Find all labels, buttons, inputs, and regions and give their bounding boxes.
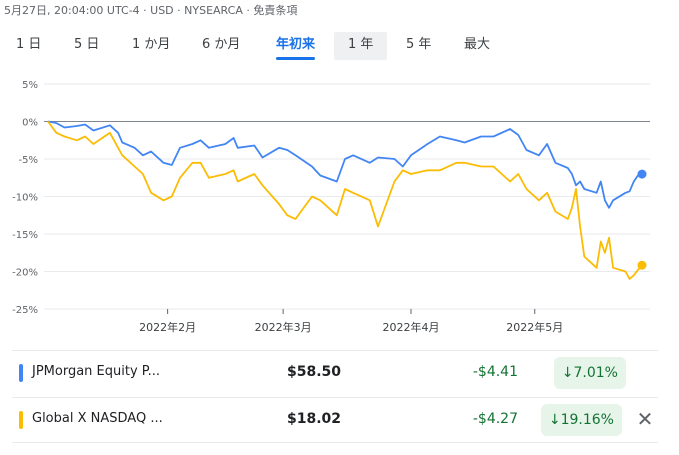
ticker-change: -$4.27 <box>472 411 518 427</box>
y-tick-label: -25% <box>12 305 38 316</box>
series-swatch-qyld <box>19 411 23 429</box>
tab-6m[interactable]: 6 か月 <box>198 32 244 60</box>
series-line-0 <box>47 120 643 209</box>
series-line-1 <box>47 120 643 280</box>
range-tabs: 1 日 5 日 1 か月 6 か月 年初来 1 年 5 年 最大 <box>4 32 490 60</box>
tab-5d[interactable]: 5 日 <box>70 32 103 60</box>
x-tick-label: 2022年5月 <box>506 320 563 334</box>
y-tick-label: -5% <box>19 155 38 166</box>
ticker-change: -$4.41 <box>472 364 518 380</box>
y-tick-label: -20% <box>12 268 38 279</box>
tab-5y[interactable]: 5 年 <box>402 32 435 60</box>
ticker-name: JPMorgan Equity P... <box>32 364 161 379</box>
series-swatch-jpm <box>19 364 23 382</box>
x-tick-label: 2022年2月 <box>139 320 196 334</box>
ticker-name: Global X NASDAQ ... <box>32 411 163 426</box>
y-tick-label: 5% <box>22 80 38 91</box>
tab-1d[interactable]: 1 日 <box>12 32 45 60</box>
tab-1m[interactable]: 1 か月 <box>128 32 174 60</box>
price-chart[interactable]: 5% 0% -5% -10% -15% -20% -25% 2022年2月 2022年3月 202… <box>0 74 679 339</box>
ticker-row-qyld[interactable]: Global X NASDAQ ... $18.02 -$4.27 ↓19.16… <box>12 397 658 443</box>
x-tick-label: 2022年3月 <box>255 320 312 334</box>
tab-max[interactable]: 最大 <box>460 32 494 60</box>
ticker-row-jpm[interactable]: JPMorgan Equity P... $58.50 -$4.41 ↓7.01… <box>12 350 658 396</box>
y-tick-label: -15% <box>12 230 38 241</box>
ticker-price: $58.50 <box>287 364 342 380</box>
ticker-price: $18.02 <box>287 411 342 427</box>
y-tick-label: -10% <box>12 193 38 204</box>
ticker-percent-badge: ↓7.01% <box>553 357 626 389</box>
tab-1y[interactable]: 1 年 <box>334 32 388 60</box>
quote-meta: 5月27日, 20:04:00 UTC-4 · USD · NYSEARCA ·… <box>4 4 298 17</box>
tab-ytd[interactable]: 年初来 <box>272 32 319 60</box>
series-endpoint-0 <box>637 169 647 179</box>
series-endpoint-1 <box>637 260 647 270</box>
remove-comparison-close-icon[interactable]: ✕ <box>634 408 656 430</box>
ticker-percent-badge: ↓19.16% <box>540 404 622 436</box>
x-tick-label: 2022年4月 <box>383 320 440 334</box>
y-tick-label: 0% <box>22 118 38 129</box>
